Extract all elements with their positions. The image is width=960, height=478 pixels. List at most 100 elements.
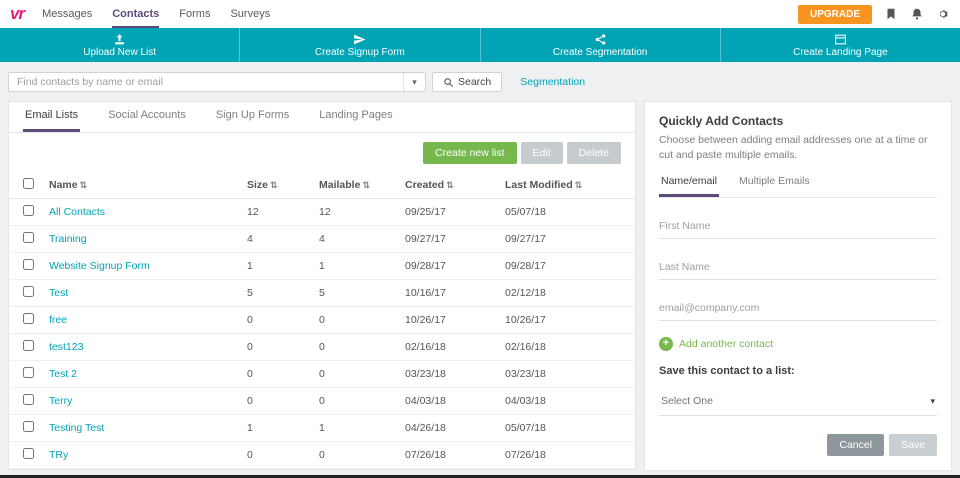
create-new-list-button[interactable]: Create new list — [423, 142, 516, 164]
sort-icon[interactable]: ⇅ — [362, 180, 370, 190]
size-cell: 0 — [241, 361, 313, 388]
modified-cell: 04/03/18 — [499, 388, 635, 415]
tab-email-lists[interactable]: Email Lists — [23, 109, 80, 132]
row-checkbox[interactable] — [23, 286, 34, 297]
created-cell: 09/27/17 — [399, 226, 499, 253]
tab-sign-up-forms[interactable]: Sign Up Forms — [214, 109, 291, 132]
list-name-link[interactable]: Test 2 — [49, 368, 77, 380]
row-checkbox[interactable] — [23, 340, 34, 351]
list-name-link[interactable]: Terry — [49, 395, 72, 407]
edit-button[interactable]: Edit — [521, 142, 563, 164]
row-checkbox[interactable] — [23, 421, 34, 432]
last-name-field[interactable] — [659, 255, 937, 280]
mailable-cell: 1 — [313, 253, 399, 280]
list-name-link[interactable]: free — [49, 314, 67, 326]
nav-item-contacts[interactable]: Contacts — [112, 0, 159, 28]
create-segmentation-button[interactable]: Create Segmentation — [481, 28, 721, 62]
list-name-link[interactable]: Training — [49, 233, 87, 245]
list-name-link[interactable]: TRy — [49, 449, 68, 461]
list-name-link[interactable]: Testing Test — [49, 422, 104, 434]
search-button[interactable]: Search — [432, 72, 502, 92]
quick-add-title: Quickly Add Contacts — [659, 114, 937, 128]
modified-cell: 02/16/18 — [499, 334, 635, 361]
column-header-created: Created — [405, 179, 444, 191]
table-header-row: Name⇅ Size⇅ Mailable⇅ Created⇅ Last Modi… — [9, 172, 635, 199]
segmentation-link[interactable]: Segmentation — [520, 76, 585, 88]
nav-item-messages[interactable]: Messages — [42, 0, 92, 28]
column-header-size: Size — [247, 179, 268, 191]
chevron-down-icon: ▾ — [930, 396, 935, 407]
row-checkbox[interactable] — [23, 367, 34, 378]
tab-name-email[interactable]: Name/email — [659, 175, 719, 197]
list-name-link[interactable]: Website Signup Form — [49, 260, 150, 272]
vr-logo[interactable]: vr — [10, 4, 24, 24]
size-cell: 0 — [241, 334, 313, 361]
select-all-checkbox[interactable] — [23, 178, 34, 189]
created-cell: 10/16/17 — [399, 280, 499, 307]
table-row: Training 4 4 09/27/17 09/27/17 — [9, 226, 635, 253]
action-bar: Upload New List Create Signup Form Creat… — [0, 28, 960, 62]
sort-icon[interactable]: ⇅ — [270, 180, 278, 190]
size-cell: 0 — [241, 388, 313, 415]
table-row: TRy 0 0 07/26/18 07/26/18 — [9, 442, 635, 469]
list-name-link[interactable]: test123 — [49, 341, 83, 353]
gear-icon[interactable] — [936, 7, 950, 21]
list-name-link[interactable]: All Contacts — [49, 206, 105, 218]
main-content: Email Lists Social Accounts Sign Up Form… — [0, 101, 960, 478]
upload-new-list-button[interactable]: Upload New List — [0, 28, 240, 62]
mailable-cell: 0 — [313, 361, 399, 388]
create-signup-form-button[interactable]: Create Signup Form — [240, 28, 480, 62]
send-icon — [353, 33, 366, 46]
plus-icon: + — [659, 337, 673, 351]
action-label: Create Landing Page — [793, 47, 888, 58]
nav-item-surveys[interactable]: Surveys — [230, 0, 270, 28]
search-row: ▾ Search Segmentation — [0, 62, 960, 101]
delete-button[interactable]: Delete — [567, 142, 621, 164]
create-landing-page-button[interactable]: Create Landing Page — [721, 28, 960, 62]
mailable-cell: 0 — [313, 334, 399, 361]
created-cell: 02/16/18 — [399, 334, 499, 361]
nav-item-forms[interactable]: Forms — [179, 0, 210, 28]
cancel-button[interactable]: Cancel — [827, 434, 884, 456]
upgrade-button[interactable]: UPGRADE — [798, 5, 872, 24]
save-to-list-label: Save this contact to a list: — [659, 365, 937, 377]
tab-social-accounts[interactable]: Social Accounts — [106, 109, 188, 132]
modified-cell: 05/07/18 — [499, 199, 635, 226]
modified-cell: 03/23/18 — [499, 361, 635, 388]
sort-icon[interactable]: ⇅ — [80, 180, 88, 190]
bookmark-icon[interactable] — [884, 7, 898, 21]
table-row: Testing Test 1 1 04/26/18 05/07/18 — [9, 415, 635, 442]
row-checkbox[interactable] — [23, 259, 34, 270]
sort-icon[interactable]: ⇅ — [446, 180, 454, 190]
row-checkbox[interactable] — [23, 448, 34, 459]
add-another-contact-button[interactable]: + Add another contact — [659, 337, 937, 351]
modified-cell: 09/28/17 — [499, 253, 635, 280]
save-button[interactable]: Save — [889, 434, 937, 456]
tab-multiple-emails[interactable]: Multiple Emails — [737, 175, 812, 197]
tab-landing-pages[interactable]: Landing Pages — [317, 109, 394, 132]
search-dropdown-caret[interactable]: ▾ — [403, 73, 425, 91]
row-checkbox[interactable] — [23, 313, 34, 324]
row-checkbox[interactable] — [23, 232, 34, 243]
list-name-link[interactable]: Test — [49, 287, 68, 299]
list-actions: Create new list Edit Delete — [9, 133, 635, 172]
upload-icon — [113, 33, 126, 46]
row-checkbox[interactable] — [23, 394, 34, 405]
search-button-label: Search — [458, 76, 491, 88]
table-row: Terry 0 0 04/03/18 04/03/18 — [9, 388, 635, 415]
list-select[interactable]: Select One ▾ — [659, 387, 937, 416]
mailable-cell: 0 — [313, 388, 399, 415]
bell-icon[interactable] — [910, 7, 924, 21]
list-tabs: Email Lists Social Accounts Sign Up Form… — [9, 102, 635, 133]
table-row: All Contacts 12 12 09/25/17 05/07/18 — [9, 199, 635, 226]
row-checkbox[interactable] — [23, 205, 34, 216]
first-name-field[interactable] — [659, 214, 937, 239]
mailable-cell: 5 — [313, 280, 399, 307]
size-cell: 1 — [241, 253, 313, 280]
modified-cell: 10/26/17 — [499, 307, 635, 334]
sort-icon[interactable]: ⇅ — [575, 180, 583, 190]
search-input[interactable] — [9, 73, 403, 91]
created-cell: 09/28/17 — [399, 253, 499, 280]
email-field[interactable] — [659, 296, 937, 321]
mailable-cell: 0 — [313, 307, 399, 334]
